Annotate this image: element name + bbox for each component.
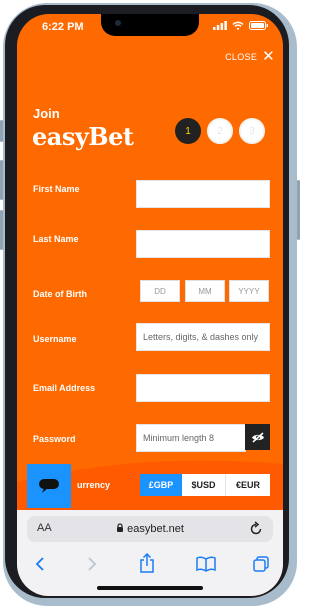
- chat-button[interactable]: [27, 464, 71, 508]
- close-icon: ✕: [262, 48, 275, 65]
- step-3: 3: [239, 118, 265, 144]
- step-indicator: 1 2 3: [175, 118, 265, 144]
- username-input[interactable]: [137, 324, 269, 350]
- signal-icon: [213, 21, 227, 30]
- tabs-icon[interactable]: [253, 556, 269, 572]
- dob-label: Date of Birth: [33, 289, 87, 299]
- join-label: Join: [33, 106, 60, 121]
- dob-year-field[interactable]: [229, 280, 269, 302]
- dob-day-field[interactable]: [140, 280, 180, 302]
- currency-option-gbp[interactable]: £GBP: [140, 474, 182, 496]
- reload-icon[interactable]: [249, 520, 263, 536]
- email-label: Email Address: [33, 383, 96, 393]
- email-input[interactable]: [137, 375, 269, 401]
- first-name-label: First Name: [33, 184, 80, 194]
- eye-off-icon: [251, 431, 264, 443]
- mute-switch: [0, 120, 3, 142]
- first-name-input[interactable]: [137, 181, 269, 207]
- step-1: 1: [175, 118, 201, 144]
- currency-label: urrency: [77, 480, 111, 490]
- password-input[interactable]: [137, 425, 245, 451]
- dob-day-input[interactable]: [141, 281, 179, 302]
- lock-icon: [117, 523, 124, 532]
- close-button[interactable]: CLOSE ✕: [225, 48, 275, 65]
- password-label: Password: [33, 434, 76, 444]
- wifi-icon: [232, 21, 244, 30]
- first-name-field[interactable]: [136, 180, 270, 208]
- currency-option-eur[interactable]: €EUR: [226, 474, 270, 496]
- status-time: 6:22 PM: [42, 21, 84, 33]
- camera: [115, 20, 121, 26]
- dob-month-field[interactable]: [185, 280, 225, 302]
- step-2: 2: [207, 118, 233, 144]
- address-bar[interactable]: AA easybet.net: [27, 516, 273, 542]
- battery-icon: [249, 21, 268, 30]
- brand-logo: easyBet: [32, 122, 134, 151]
- last-name-label: Last Name: [33, 234, 79, 244]
- screen: 6:22 PM CLOSE ✕ Join easyBet 1 2 3 First…: [17, 14, 283, 596]
- close-label: CLOSE: [225, 52, 258, 62]
- safari-toolbar: AA easybet.net: [17, 510, 283, 596]
- dob-year-input[interactable]: [230, 281, 268, 302]
- last-name-input[interactable]: [137, 231, 269, 257]
- power-button: [297, 180, 300, 240]
- toggle-password-visibility-button[interactable]: [245, 424, 270, 450]
- email-field[interactable]: [136, 374, 270, 402]
- status-icons: [213, 21, 269, 30]
- bookmarks-icon[interactable]: [196, 556, 216, 572]
- last-name-field[interactable]: [136, 230, 270, 258]
- volume-up-button: [0, 160, 3, 200]
- home-indicator: [97, 586, 203, 590]
- url-display: easybet.net: [27, 523, 273, 535]
- currency-option-usd[interactable]: $USD: [182, 474, 226, 496]
- chat-icon: [39, 479, 59, 493]
- volume-down-button: [0, 210, 3, 250]
- share-icon[interactable]: [139, 553, 155, 573]
- dob-month-input[interactable]: [186, 281, 224, 302]
- username-field[interactable]: [136, 323, 270, 351]
- url-text: easybet.net: [127, 523, 184, 535]
- forward-icon[interactable]: [87, 556, 97, 572]
- password-field[interactable]: [136, 424, 246, 452]
- back-icon[interactable]: [35, 556, 45, 572]
- username-label: Username: [33, 334, 77, 344]
